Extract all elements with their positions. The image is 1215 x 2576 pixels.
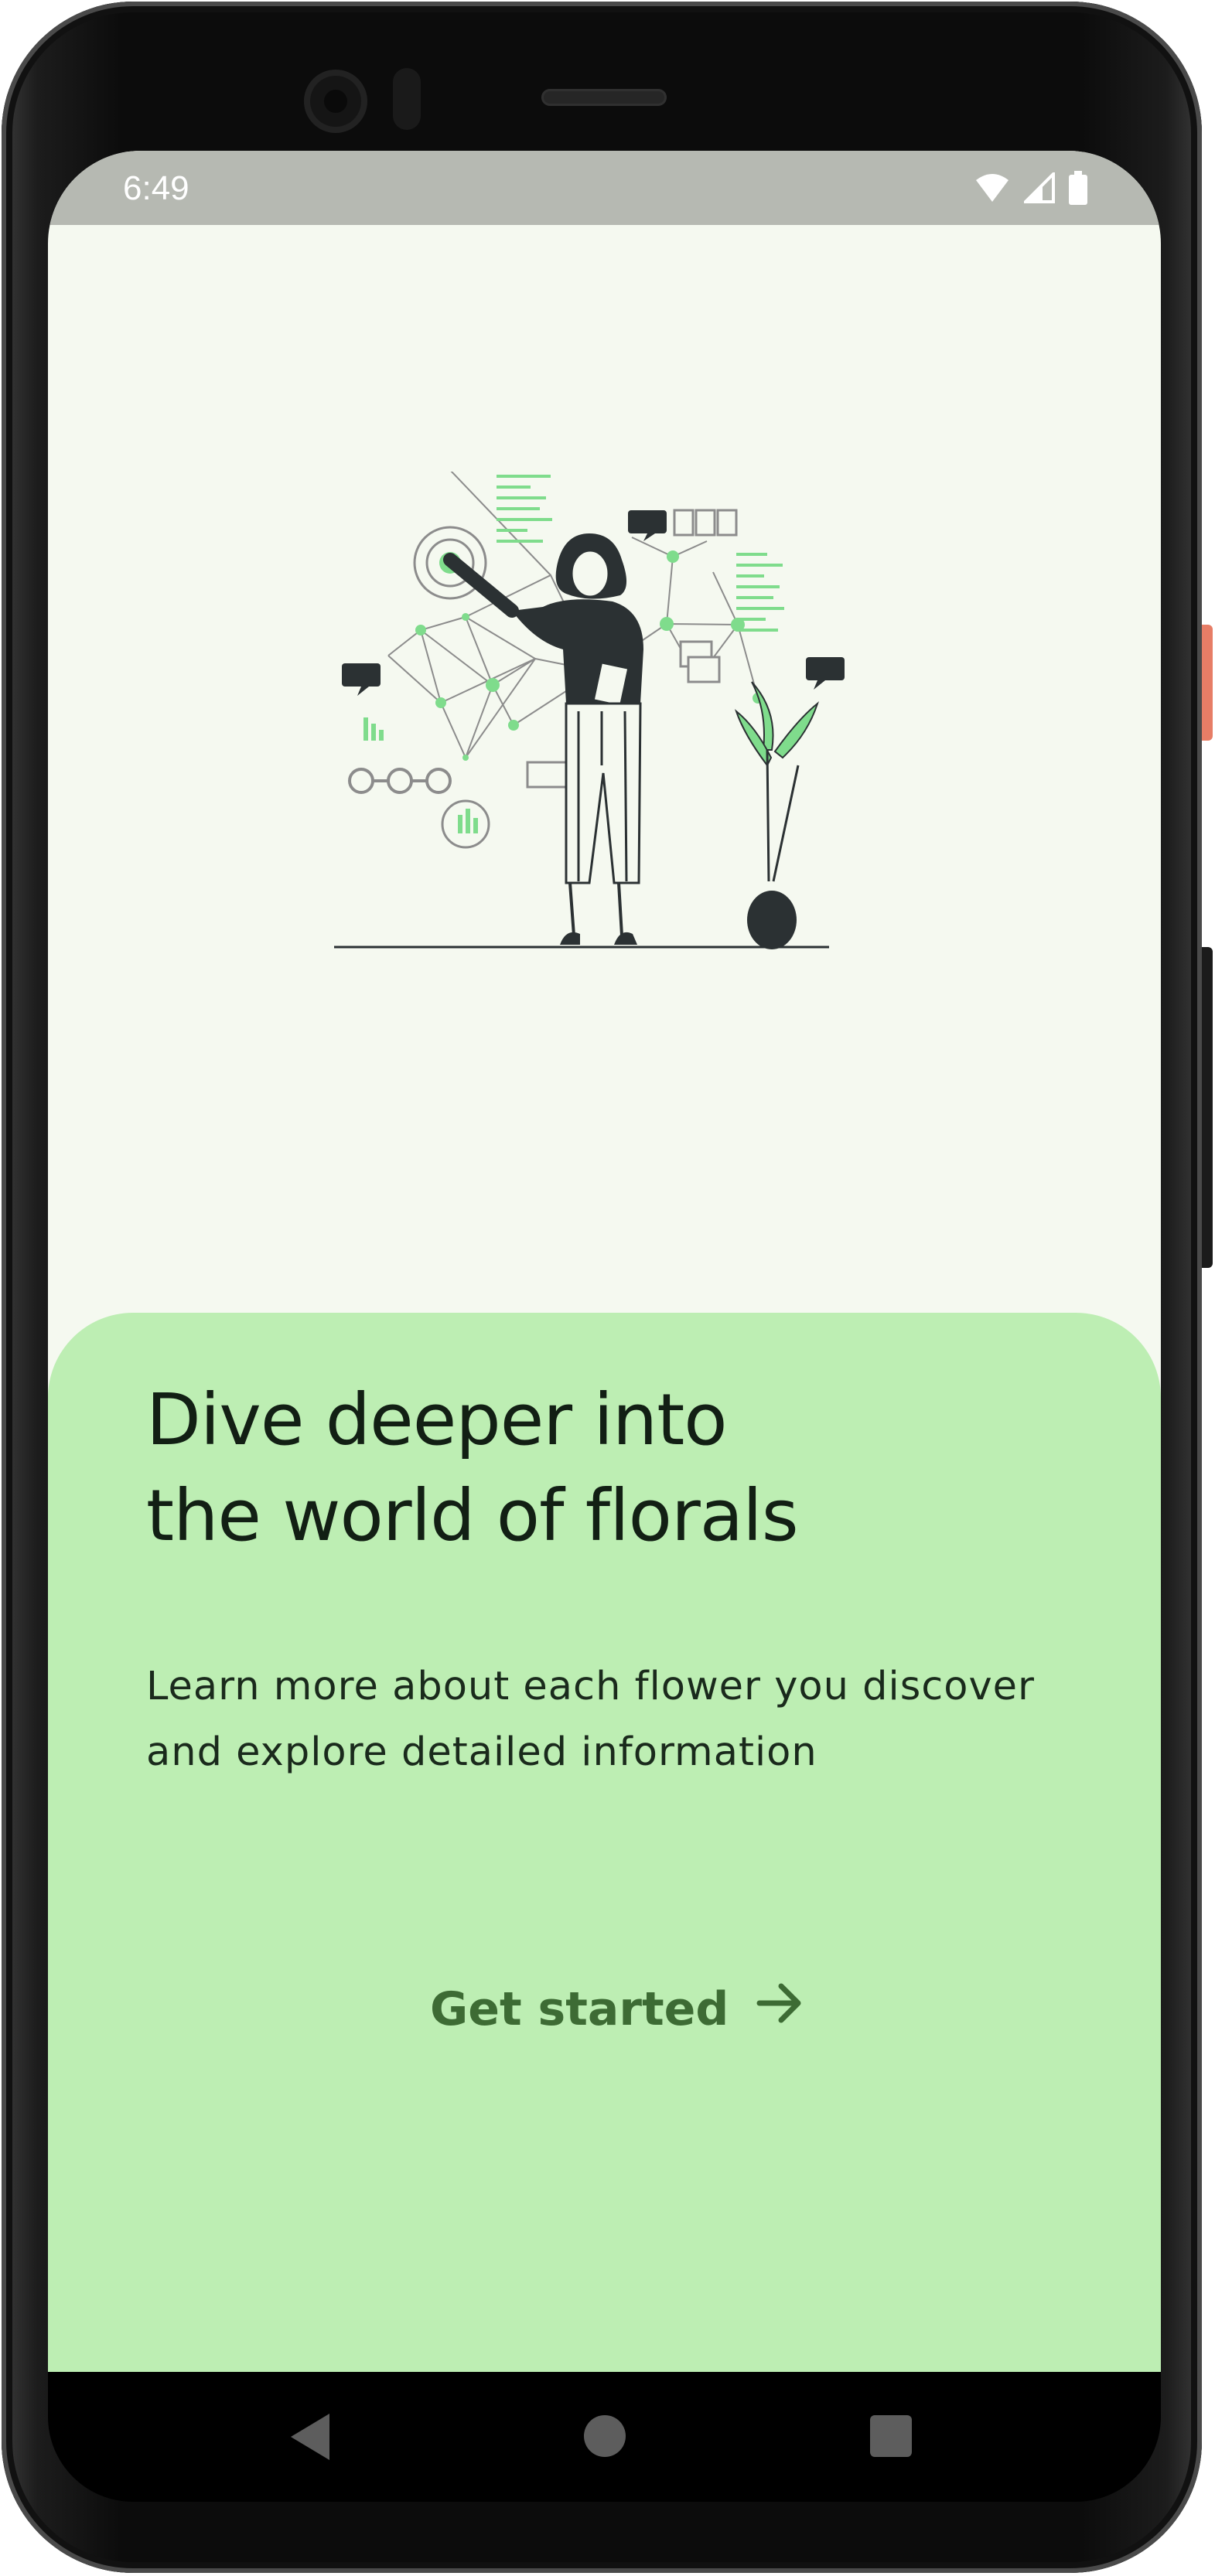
subtitle-line-1: Learn more about each flower you discove… (146, 1664, 1036, 1709)
power-button (1202, 625, 1213, 741)
subtitle-line-2: and explore detailed information (146, 1729, 817, 1775)
donut-chart-icons (348, 768, 452, 794)
title-line-2: the world of florals (146, 1474, 799, 1557)
arrow-right-icon (756, 1981, 803, 2036)
get-started-label: Get started (430, 1981, 729, 2036)
recents-icon[interactable] (870, 2415, 912, 2457)
volume-button (1202, 947, 1213, 1268)
status-icons (974, 170, 1087, 208)
wifi-icon (974, 172, 1010, 206)
onboarding-title: Dive deeper into the world of florals (146, 1372, 1074, 1564)
onboarding-subtitle: Learn more about each flower you discove… (146, 1654, 1113, 1785)
home-icon[interactable] (584, 2415, 626, 2457)
system-navigation-bar (48, 2372, 1161, 2502)
battery-icon (1069, 171, 1087, 208)
status-bar: 6:49 (48, 151, 1161, 225)
onboarding-illustration (334, 472, 845, 949)
bar-chart-icons (363, 717, 478, 833)
status-time: 6:49 (123, 169, 189, 207)
app-screen: 6:49 Dive deeper into the world of flora… (48, 151, 1161, 2372)
earpiece-speaker (541, 89, 667, 106)
front-camera (304, 70, 367, 133)
plant-pot (734, 681, 819, 949)
get-started-button[interactable]: Get started (430, 1981, 803, 2036)
proximity-sensor (393, 68, 421, 130)
back-icon[interactable] (291, 2414, 329, 2460)
title-line-1: Dive deeper into (146, 1378, 728, 1461)
cell-signal-icon (1022, 170, 1055, 206)
